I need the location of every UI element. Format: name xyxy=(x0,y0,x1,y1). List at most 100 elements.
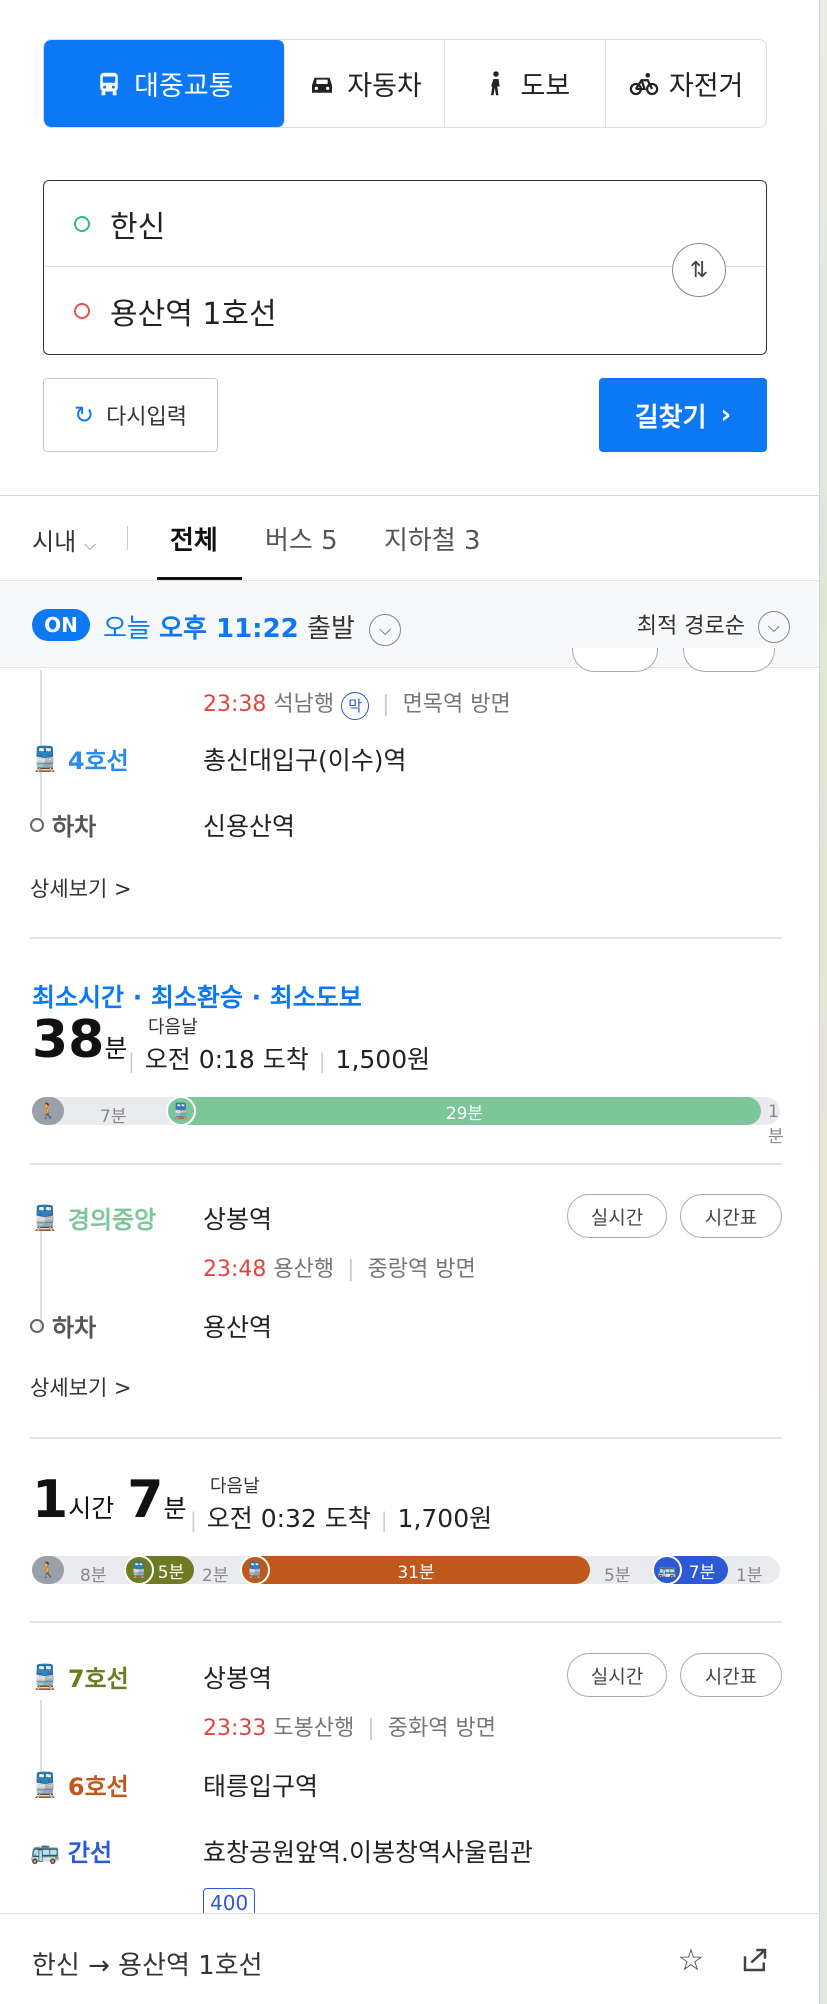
route-sub-info: 23:38 석남행 막 | 면목역 방면 xyxy=(203,686,511,720)
walk-duration: 2분 xyxy=(202,1566,229,1586)
ride-duration: 31분 xyxy=(397,1562,435,1583)
line-label: 🚌 간선 xyxy=(30,1833,112,1868)
result-divider xyxy=(30,1437,782,1439)
duration: 38분 xyxy=(32,1010,127,1070)
tab-all[interactable]: 전체 xyxy=(170,520,218,557)
chevron-down-icon: ⌵ xyxy=(758,611,790,643)
route-timeline-bar: 🚶 7분 29분 🚆 1분 xyxy=(32,1096,784,1147)
details-link[interactable]: 상세보기 > xyxy=(30,873,132,903)
details-link[interactable]: 상세보기 > xyxy=(30,1372,132,1402)
departure-time-selector[interactable]: 오늘 오후 11:22 출발 ⌵ xyxy=(103,608,402,646)
ride-duration: 5분 xyxy=(157,1562,185,1583)
destination-field[interactable]: 용산역 1호선 xyxy=(44,268,766,354)
timetable-button[interactable]: 시간표 xyxy=(680,1653,782,1697)
filter-bar: 시내 ⌵ 전체 버스 5 지하철 3 xyxy=(0,496,819,580)
hour-unit: 시간 xyxy=(68,1494,115,1523)
station-name: 상봉역 xyxy=(203,1205,273,1234)
alight-station: 용산역 xyxy=(203,1313,273,1342)
chevron-down-icon: ⌵ xyxy=(83,535,96,554)
origin-field[interactable]: 한신 xyxy=(44,181,766,267)
share-icon[interactable] xyxy=(736,1941,774,1979)
alight-circle-icon xyxy=(30,1318,44,1333)
ride-segment: 29분 xyxy=(168,1097,761,1125)
line-label: 🚆 6호선 xyxy=(30,1767,129,1802)
subway-icon: 🚆 xyxy=(30,1662,60,1691)
route-tags: 최소시간 · 최소환승 · 최소도보 xyxy=(32,983,362,1012)
subway-icon: 🚆 xyxy=(30,744,60,773)
alight-circle-icon xyxy=(30,817,44,832)
tab-car[interactable]: 자동차 xyxy=(285,40,446,127)
alight-label: 하차 xyxy=(30,1308,96,1343)
direction: 중랑역 방면 xyxy=(367,1257,476,1282)
find-route-button[interactable]: 길찾기 › xyxy=(599,378,767,452)
line-name: 4호선 xyxy=(67,747,129,775)
walk-icon: 🚶 xyxy=(32,1556,64,1584)
station-name: 총신대입구(이수)역 xyxy=(203,746,407,775)
alight-text: 하차 xyxy=(52,1314,97,1342)
station-name: 효창공원앞역.이봉창역사울림관 xyxy=(203,1838,533,1867)
car-icon xyxy=(312,77,333,93)
refresh-icon: ↻ xyxy=(73,401,95,429)
reset-button[interactable]: ↻ 다시입력 xyxy=(43,378,218,452)
route-sub-info: 23:48 용산행 | 중랑역 방면 xyxy=(203,1257,476,1282)
ride-duration: 7분 xyxy=(688,1562,716,1583)
arrival-info: | 오전 0:18 도착 | 1,500원 xyxy=(128,1045,431,1074)
realtime-toggle[interactable]: ON xyxy=(32,609,90,641)
tab-bus[interactable]: 버스 5 xyxy=(265,520,338,557)
bus-icon xyxy=(100,72,118,95)
region-label: 시내 xyxy=(32,528,77,556)
route-summary: 한신 → 용산역 1호선 xyxy=(32,1951,263,1981)
arrival-time: 오전 0:32 도착 xyxy=(206,1504,371,1533)
line-name: 7호선 xyxy=(67,1665,129,1693)
timetable-button[interactable]: 시간표 xyxy=(680,1194,782,1238)
bike-icon xyxy=(629,72,659,95)
swap-button[interactable]: ⇅ xyxy=(672,243,726,297)
line-label: 🚆 7호선 xyxy=(30,1659,129,1694)
walk-icon xyxy=(490,70,500,95)
alight-text: 하차 xyxy=(52,813,97,841)
direction: 면목역 방면 xyxy=(402,692,511,717)
tab-bike[interactable]: 자전거 xyxy=(606,40,766,127)
tab-label: 자전거 xyxy=(668,71,744,102)
station-name: 태릉입구역 xyxy=(203,1772,319,1801)
timetable-button[interactable] xyxy=(683,648,775,672)
tab-walk[interactable]: 도보 xyxy=(445,40,607,127)
find-label: 길찾기 xyxy=(634,402,707,433)
depart-time: 오후 11:22 xyxy=(159,614,299,644)
destination-dot-icon xyxy=(74,303,90,319)
ride-duration: 29분 xyxy=(445,1103,484,1124)
fare: 1,700원 xyxy=(397,1504,493,1533)
region-divider xyxy=(127,526,128,550)
train-destination: 용산행 xyxy=(273,1257,335,1282)
bus-icon: 🚌 xyxy=(30,1836,60,1865)
subway-icon: 🚆 xyxy=(124,1555,154,1585)
region-dropdown[interactable]: 시내 ⌵ xyxy=(32,522,96,557)
star-icon[interactable]: ☆ xyxy=(672,1941,710,1979)
route-sub-info: 23:33 도봉산행 | 중화역 방면 xyxy=(203,1716,496,1741)
realtime-button[interactable] xyxy=(572,648,658,672)
direction: 중화역 방면 xyxy=(387,1716,496,1741)
alight-station: 신용산역 xyxy=(203,812,296,841)
duration-minutes: 7 xyxy=(127,1470,164,1530)
realtime-button[interactable]: 실시간 xyxy=(567,1194,667,1238)
walk-duration: 8분 xyxy=(80,1566,107,1586)
fare: 1,500원 xyxy=(335,1045,431,1074)
station-name: 상봉역 xyxy=(203,1664,273,1693)
route-timeline-bar: 🚶 8분 5분 🚆 2분 31분 🚆 5분 7분 🚌 1분 xyxy=(32,1555,780,1586)
duration: 1시간 7분 xyxy=(32,1470,187,1530)
directions-panel: 대중교통 자동차 도보 자전거 한신 용산역 1호선 ⇅ ↻ 다시입력 길찾기 … xyxy=(0,0,820,2004)
depart-prefix: 오늘 xyxy=(103,614,151,644)
sort-selector[interactable]: 최적 경로순 ⌵ xyxy=(637,608,790,643)
realtime-button[interactable]: 실시간 xyxy=(567,1653,667,1697)
origin-value: 한신 xyxy=(110,209,166,245)
sort-label: 최적 경로순 xyxy=(636,614,745,639)
tab-subway[interactable]: 지하철 3 xyxy=(384,520,481,557)
tab-label: 대중교통 xyxy=(134,71,234,102)
result-divider xyxy=(30,937,782,939)
walk-duration: 7분 xyxy=(100,1107,127,1127)
arrival-time: 23:38 xyxy=(203,692,267,717)
line-label: 🚆 4호선 xyxy=(30,741,129,776)
next-day-label: 다음날 xyxy=(210,1476,260,1497)
subway-icon: 🚆 xyxy=(30,1203,60,1232)
tab-transit[interactable]: 대중교통 xyxy=(44,40,285,127)
